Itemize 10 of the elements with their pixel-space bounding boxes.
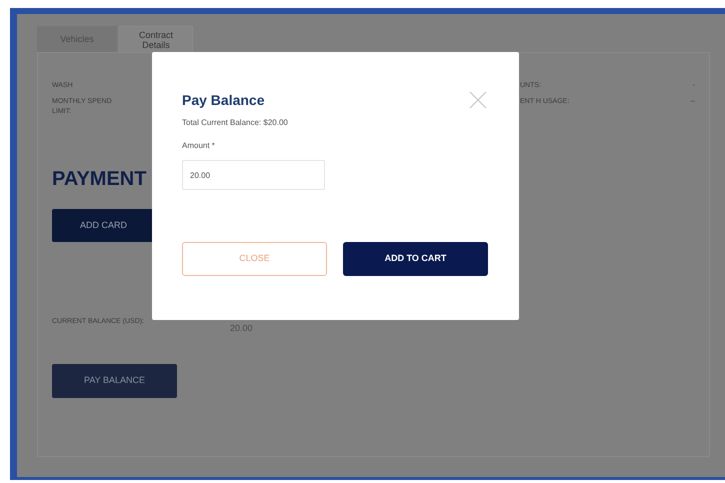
balance-text: Total Current Balance: $20.00 [182,117,289,129]
amount-field[interactable]: 20.00 [182,160,325,190]
tab[interactable]: Contract Details [119,26,193,52]
pay-balance-button[interactable]: PAY BALANCE [52,364,177,398]
dialog-title: Pay Balance [182,91,264,110]
close-icon[interactable] [469,91,487,109]
amount-label: Amount * [182,140,216,152]
add-card-button[interactable]: ADD CARD [52,209,155,242]
add-to-cart-button[interactable]: ADD TO CART [343,242,488,276]
section-heading: PAYMENT [52,167,146,191]
